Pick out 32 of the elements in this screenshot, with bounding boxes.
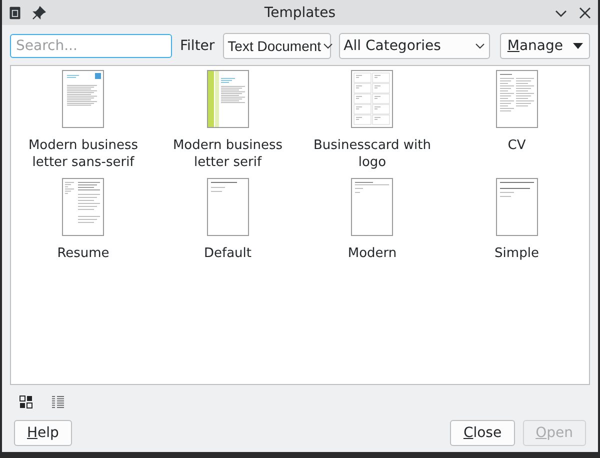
caret-icon	[475, 43, 486, 49]
template-name[interactable]: Modern	[305, 245, 440, 262]
document-thumbnail[interactable]	[206, 178, 249, 236]
grid-view-icon[interactable]	[19, 395, 33, 409]
template-name[interactable]: Modern business letter sans-serif	[16, 137, 150, 171]
dialog-button[interactable]: Close	[450, 420, 515, 446]
document-thumbnail[interactable]	[496, 178, 538, 236]
template-name[interactable]: Default	[160, 245, 295, 262]
dropdown[interactable]: Text Document	[222, 33, 331, 59]
document-icon	[8, 6, 22, 20]
template-name[interactable]: Simple	[450, 245, 584, 262]
template-name[interactable]: Modern business letter serif	[160, 137, 295, 171]
list-view-icon[interactable]	[51, 395, 65, 409]
caret-icon	[573, 43, 583, 49]
manage-button[interactable]: Manage	[500, 33, 590, 59]
search-field[interactable]: Search...	[10, 34, 172, 58]
document-thumbnail[interactable]	[496, 70, 538, 128]
document-thumbnail[interactable]	[62, 70, 104, 128]
help-button[interactable]: Help	[14, 420, 72, 446]
window-title: Templates	[263, 4, 337, 20]
template-name[interactable]: CV	[450, 137, 584, 154]
template-name[interactable]: Resume	[16, 245, 150, 262]
filter-label: Filter	[180, 38, 215, 54]
document-thumbnail[interactable]	[351, 178, 394, 236]
document-thumbnail[interactable]	[206, 70, 249, 128]
template-name[interactable]: Businesscard with logo	[305, 137, 440, 171]
document-thumbnail[interactable]	[351, 70, 394, 128]
document-thumbnail[interactable]	[62, 178, 104, 236]
dropdown[interactable]: All Categories	[338, 33, 490, 59]
pin-icon[interactable]	[32, 6, 46, 20]
close-icon[interactable]	[578, 6, 592, 20]
caret-icon	[323, 43, 334, 49]
